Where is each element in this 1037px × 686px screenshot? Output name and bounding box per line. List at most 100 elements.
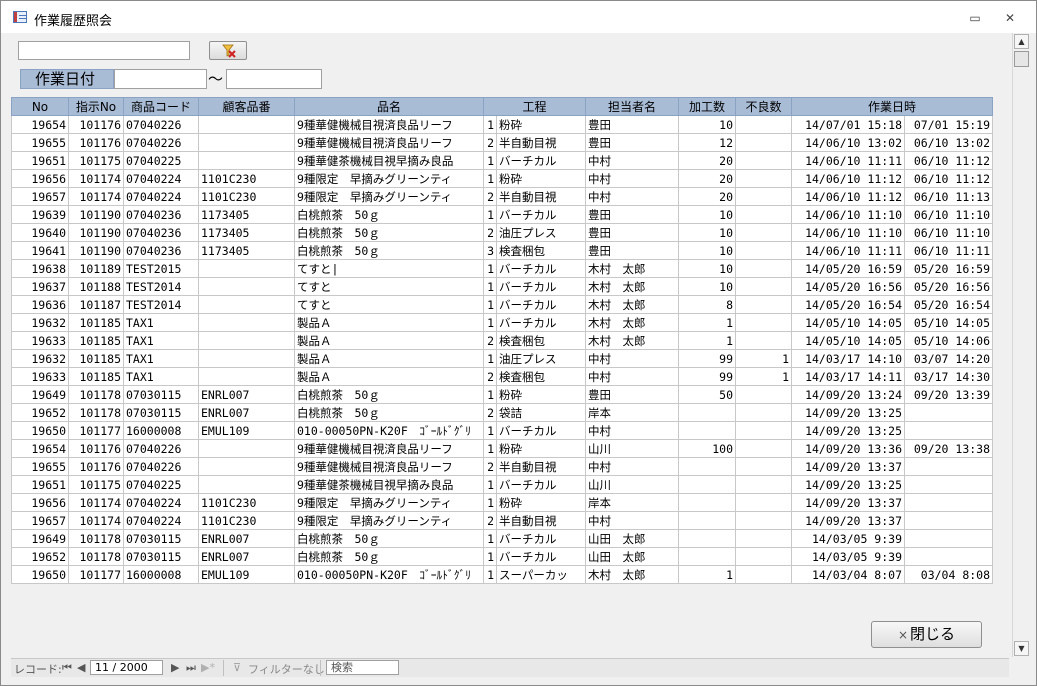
cell-processed-qty[interactable]: 100 xyxy=(678,439,737,458)
cell-end-time[interactable]: 06/10 11:12 xyxy=(904,151,994,170)
cell-product-code[interactable]: 07040224 xyxy=(123,493,199,512)
close-window-button[interactable]: ✕ xyxy=(998,9,1022,27)
cell-start-time[interactable]: 14/06/10 11:12 xyxy=(791,187,906,206)
cell-customer-part[interactable]: EMUL109 xyxy=(198,565,295,584)
table-row[interactable]: 19639 101190 07040236 1173405 白桃煎茶 50ｇ 1 バーチカル… xyxy=(11,205,994,224)
cell-customer-part[interactable] xyxy=(198,295,295,314)
cell-processed-qty[interactable]: 1 xyxy=(678,313,737,332)
cell-processed-qty[interactable]: 1 xyxy=(678,565,737,584)
last-record-icon[interactable]: ⏭ xyxy=(186,661,196,675)
cell-product-name[interactable]: 製品Ａ xyxy=(294,349,484,368)
cell-defect-qty[interactable] xyxy=(735,403,793,422)
minimize-button[interactable]: ▭ xyxy=(963,9,987,27)
cell-start-time[interactable]: 14/06/10 11:10 xyxy=(791,205,906,224)
next-record-icon[interactable]: ▶ xyxy=(171,661,179,674)
cell-no[interactable]: 19639 xyxy=(11,205,69,224)
cell-operator[interactable]: 豊田 xyxy=(585,241,680,260)
cell-end-time[interactable]: 05/20 16:54 xyxy=(904,295,994,314)
cell-operator[interactable]: 木村 太郎 xyxy=(585,313,680,332)
cell-process-step[interactable]: 1 xyxy=(483,547,497,566)
cell-end-time[interactable] xyxy=(904,457,994,476)
date-from-input[interactable] xyxy=(114,69,207,89)
cell-start-time[interactable]: 14/09/20 13:37 xyxy=(791,457,906,476)
cell-start-time[interactable]: 14/07/01 15:18 xyxy=(791,115,906,134)
cell-defect-qty[interactable] xyxy=(735,115,793,134)
cell-process-name[interactable]: 半自動目視 xyxy=(495,511,587,530)
cell-process-step[interactable]: 1 xyxy=(483,277,497,296)
cell-no[interactable]: 19640 xyxy=(11,223,69,242)
cell-process-step[interactable]: 3 xyxy=(483,241,497,260)
cell-order-no[interactable]: 101175 xyxy=(68,151,124,170)
table-row[interactable]: 19656 101174 07040224 1101C230 9種限定 早摘みグリーンテ… xyxy=(11,493,994,512)
cell-process-name[interactable]: バーチカル xyxy=(495,295,587,314)
table-row[interactable]: 19649 101178 07030115 ENRL007 白桃煎茶 50ｇ 1 バーチカル… xyxy=(11,529,994,548)
header-processed-qty[interactable]: 加工数 xyxy=(678,97,737,116)
cell-end-time[interactable] xyxy=(904,511,994,530)
cell-process-step[interactable]: 1 xyxy=(483,439,497,458)
cell-process-name[interactable]: バーチカル xyxy=(495,313,587,332)
cell-no[interactable]: 19652 xyxy=(11,547,69,566)
cell-process-name[interactable]: 粉砕 xyxy=(495,439,587,458)
cell-operator[interactable]: 山田 太郎 xyxy=(585,547,680,566)
cell-defect-qty[interactable] xyxy=(735,439,793,458)
cell-process-name[interactable]: 半自動目視 xyxy=(495,133,587,152)
cell-operator[interactable]: 山川 xyxy=(585,475,680,494)
cell-end-time[interactable]: 03/04 8:08 xyxy=(904,565,994,584)
cell-customer-part[interactable] xyxy=(198,277,295,296)
cell-order-no[interactable]: 101176 xyxy=(68,457,124,476)
cell-order-no[interactable]: 101174 xyxy=(68,493,124,512)
cell-processed-qty[interactable] xyxy=(678,529,737,548)
cell-product-name[interactable]: 9種限定 早摘みグリーンティ xyxy=(294,493,484,512)
table-row[interactable]: 19654 101176 07040226 9種華健機械目視済良品リーフ 1 粉砕 山川 10… xyxy=(11,439,994,458)
filter-clear-button[interactable] xyxy=(209,41,247,60)
cell-product-code[interactable]: 16000008 xyxy=(123,421,199,440)
cell-operator[interactable]: 中村 xyxy=(585,367,680,386)
cell-defect-qty[interactable] xyxy=(735,511,793,530)
cell-no[interactable]: 19641 xyxy=(11,241,69,260)
cell-customer-part[interactable] xyxy=(198,133,295,152)
cell-operator[interactable]: 中村 xyxy=(585,349,680,368)
table-row[interactable]: 19649 101178 07030115 ENRL007 白桃煎茶 50ｇ 1 粉砕 豊田 5… xyxy=(11,385,994,404)
table-row[interactable]: 19657 101174 07040224 1101C230 9種限定 早摘みグリーンテ… xyxy=(11,187,994,206)
cell-operator[interactable]: 中村 xyxy=(585,511,680,530)
new-record-icon[interactable]: ▶* xyxy=(201,661,215,674)
cell-end-time[interactable] xyxy=(904,421,994,440)
cell-process-name[interactable]: バーチカル xyxy=(495,277,587,296)
cell-defect-qty[interactable] xyxy=(735,529,793,548)
cell-processed-qty[interactable]: 50 xyxy=(678,385,737,404)
cell-no[interactable]: 19650 xyxy=(11,565,69,584)
cell-defect-qty[interactable]: 1 xyxy=(735,367,793,386)
cell-product-code[interactable]: 07040236 xyxy=(123,205,199,224)
cell-product-name[interactable]: 白桃煎茶 50ｇ xyxy=(294,205,484,224)
cell-process-step[interactable]: 1 xyxy=(483,313,497,332)
cell-product-name[interactable]: 9種華健機械目視済良品リーフ xyxy=(294,115,484,134)
cell-end-time[interactable] xyxy=(904,475,994,494)
cell-order-no[interactable]: 101190 xyxy=(68,223,124,242)
close-button[interactable]: × 閉じる xyxy=(871,621,982,648)
cell-product-name[interactable]: 白桃煎茶 50ｇ xyxy=(294,241,484,260)
cell-process-name[interactable]: バーチカル xyxy=(495,421,587,440)
cell-process-name[interactable]: 油圧プレス xyxy=(495,349,587,368)
cell-start-time[interactable]: 14/09/20 13:25 xyxy=(791,403,906,422)
cell-process-name[interactable]: バーチカル xyxy=(495,547,587,566)
cell-processed-qty[interactable] xyxy=(678,493,737,512)
cell-start-time[interactable]: 14/03/05 9:39 xyxy=(791,547,906,566)
cell-product-code[interactable]: 07040226 xyxy=(123,115,199,134)
cell-start-time[interactable]: 14/09/20 13:36 xyxy=(791,439,906,458)
cell-processed-qty[interactable]: 20 xyxy=(678,169,737,188)
table-row[interactable]: 19651 101175 07040225 9種華健茶機械目視早摘み良品 1 バーチカル中… xyxy=(11,151,994,170)
cell-start-time[interactable]: 14/06/10 11:10 xyxy=(791,223,906,242)
cell-order-no[interactable]: 101176 xyxy=(68,133,124,152)
cell-end-time[interactable]: 06/10 11:10 xyxy=(904,205,994,224)
table-row[interactable]: 19654 101176 07040226 9種華健機械目視済良品リーフ 1 粉砕 豊田 10… xyxy=(11,115,994,134)
header-customer-part[interactable]: 顧客品番 xyxy=(198,97,295,116)
cell-customer-part[interactable]: 1101C230 xyxy=(198,169,295,188)
table-row[interactable]: 19652 101178 07030115 ENRL007 白桃煎茶 50ｇ 2 袋詰 岸本 1… xyxy=(11,403,994,422)
cell-processed-qty[interactable]: 10 xyxy=(678,205,737,224)
cell-customer-part[interactable]: 1101C230 xyxy=(198,511,295,530)
cell-product-code[interactable]: 07030115 xyxy=(123,385,199,404)
cell-defect-qty[interactable] xyxy=(735,547,793,566)
cell-product-name[interactable]: 白桃煎茶 50ｇ xyxy=(294,403,484,422)
cell-processed-qty[interactable] xyxy=(678,421,737,440)
cell-customer-part[interactable]: ENRL007 xyxy=(198,403,295,422)
